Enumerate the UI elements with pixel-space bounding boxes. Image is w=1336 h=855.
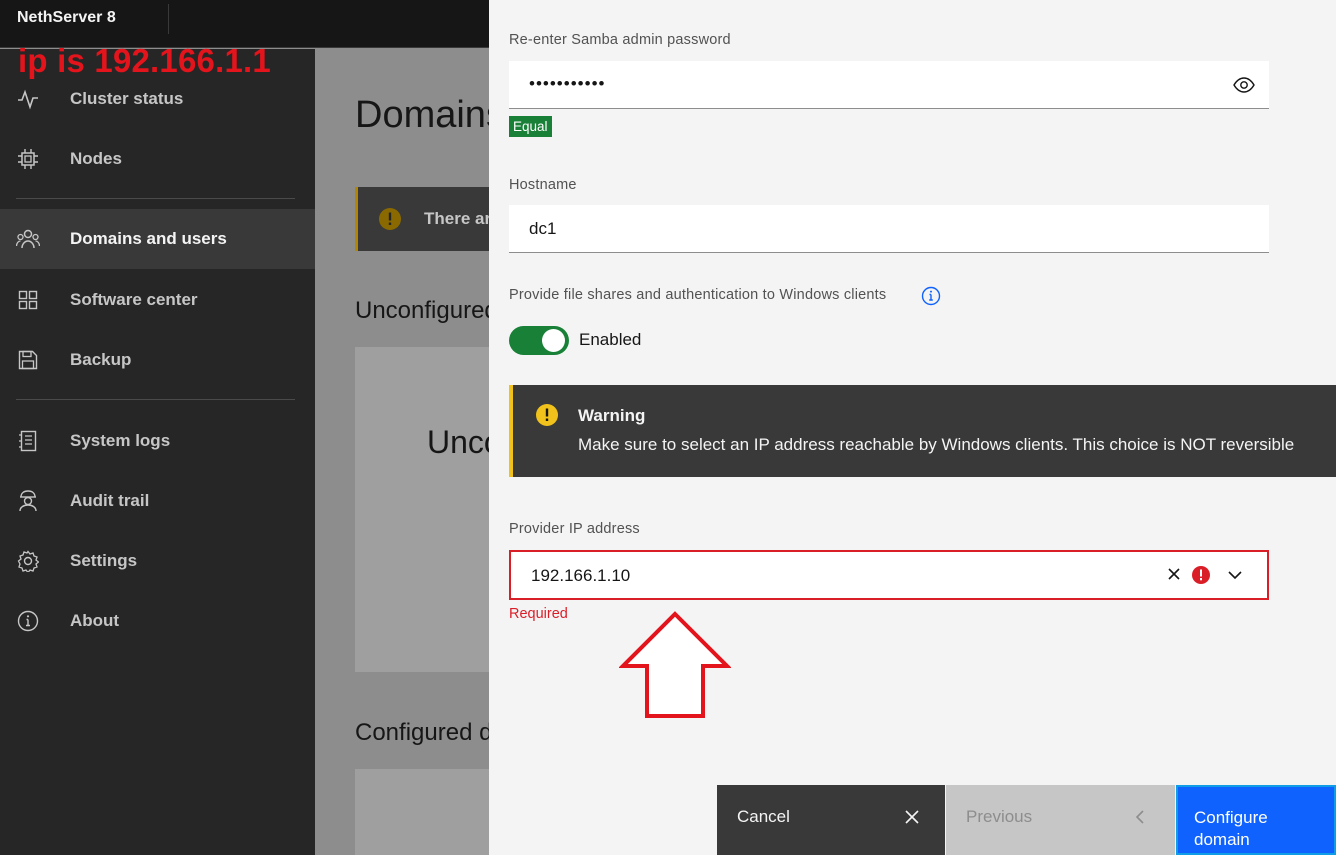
hostname-field[interactable]: dc1 [509,205,1269,253]
unconfigured-tile-title: Unconfigured [427,424,489,460]
sidebar-item-label: About [70,611,120,630]
sidebar-item-label: System logs [70,431,171,450]
cancel-button[interactable]: Cancel [717,785,945,855]
sidebar-item-label: Software center [70,290,198,309]
configure-domain-panel: Re-enter Samba admin password ••••••••••… [489,0,1336,855]
sidebar-item-label: Audit trail [70,491,150,510]
sidebar-item-system-logs[interactable]: System logs [0,411,315,471]
notification-text: There are [424,209,489,228]
eye-icon[interactable] [1233,76,1255,99]
page-title: Domains and users [355,94,489,136]
sidebar-divider [16,399,295,400]
close-icon [905,809,919,829]
apps-icon [16,288,40,312]
warning-notification: Warning Make sure to select an IP addres… [509,385,1336,477]
save-icon [16,348,40,372]
users-icon [16,227,40,251]
sidebar-item-label: Nodes [70,149,122,168]
warning-body: Make sure to select an IP address reacha… [578,435,1295,454]
sidebar-item-audit-trail[interactable]: Audit trail [0,471,315,531]
sidebar-item-backup[interactable]: Backup [0,330,315,390]
info-icon [16,609,40,633]
sidebar-item-nodes[interactable]: Nodes [0,129,315,189]
provider-ip-label: Provider IP address [509,521,640,537]
file-shares-label: Provide file shares and authentication t… [509,287,887,303]
provider-ip-combobox[interactable]: 192.166.1.10 [509,550,1269,600]
audit-icon [16,489,40,513]
notification-banner: There are [355,187,489,251]
main-content: Domains and users There are Unconfigured… [315,49,489,855]
annotation-arrow [618,610,732,725]
provider-ip-value: 192.166.1.10 [531,566,631,585]
configured-tile[interactable] [355,769,489,855]
error-icon [1191,565,1211,590]
warning-title: Warning [578,406,646,425]
header-divider [168,4,169,34]
sidebar-item-label: Backup [70,350,132,369]
toggle-knob [542,329,565,352]
activity-icon [16,87,40,111]
sidebar-item-label: Cluster status [70,89,184,108]
warning-icon [378,207,402,236]
warning-icon [535,403,559,432]
chevron-left-icon [1134,809,1146,830]
file-shares-toggle[interactable] [509,326,569,355]
sidebar: Cluster status Nodes Domains and users S… [0,49,315,855]
password-match-tag: Equal [509,116,552,137]
chip-icon [16,147,40,171]
sidebar-item-label: Domains and users [70,229,227,248]
configure-domain-button-label: Configure domain [1194,808,1268,849]
chevron-down-icon[interactable] [1227,568,1243,586]
sidebar-item-domains-and-users[interactable]: Domains and users [0,209,315,269]
reenter-password-field[interactable]: ••••••••••• [509,61,1269,109]
sidebar-item-settings[interactable]: Settings [0,531,315,591]
annotation-text: ip is 192.166.1.1 [18,42,271,79]
top-header: NethServer 8 [0,0,489,48]
reenter-password-value: ••••••••••• [529,74,606,93]
clear-selection-icon[interactable] [1167,567,1181,586]
brand-name[interactable]: NethServer 8 [17,9,116,27]
sidebar-item-software-center[interactable]: Software center [0,270,315,330]
toggle-state-label: Enabled [579,330,642,349]
provider-ip-error: Required [509,606,568,622]
gear-icon [16,549,40,573]
configured-section-title: Configured domains [355,719,489,746]
configure-domain-button[interactable]: Configure domain [1176,785,1336,855]
sidebar-divider [16,198,295,199]
hostname-label: Hostname [509,177,577,193]
unconfigured-section-title: Unconfigured [355,297,489,324]
logs-icon [16,429,40,453]
info-icon[interactable] [921,286,941,311]
previous-button-label: Previous [966,807,1033,826]
reenter-password-label: Re-enter Samba admin password [509,32,731,48]
unconfigured-tile[interactable]: Unconfigured [355,347,489,672]
sidebar-item-about[interactable]: About [0,591,315,651]
sidebar-item-label: Settings [70,551,138,570]
cancel-button-label: Cancel [737,807,790,826]
hostname-value: dc1 [529,219,557,238]
previous-button[interactable]: Previous [946,785,1175,855]
